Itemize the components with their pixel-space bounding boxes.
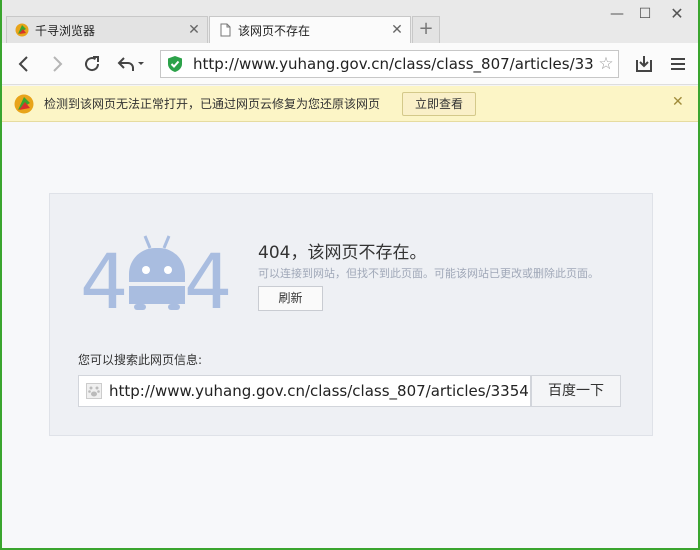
- forward-arrow-icon: [53, 56, 63, 72]
- undo-icon: [117, 57, 134, 71]
- new-tab-button[interactable]: +: [412, 16, 440, 43]
- menu-button[interactable]: [666, 52, 690, 76]
- maximize-button[interactable]: ☐: [630, 4, 660, 24]
- code-right-digit: 4: [184, 237, 232, 314]
- minimize-button[interactable]: —: [602, 4, 632, 24]
- url-text[interactable]: http://www.yuhang.gov.cn/class/class_807…: [189, 55, 594, 73]
- chevron-down-icon: [138, 62, 144, 65]
- search-box[interactable]: [78, 375, 531, 407]
- info-message: 检测到该网页无法正常打开，已通过网页云修复为您还原该网页: [44, 97, 381, 111]
- page-icon: [220, 23, 231, 37]
- tab-close-icon[interactable]: ✕: [187, 23, 201, 37]
- repair-info-bar: 检测到该网页无法正常打开，已通过网页云修复为您还原该网页 立即查看 ✕: [2, 86, 698, 122]
- baidu-paw-icon: [79, 376, 109, 406]
- tab-strip: 千寻浏览器 ✕ 该网页不存在 ✕ + — ☐ ✕: [2, 0, 698, 43]
- search-label: 您可以搜索此网页信息:: [78, 353, 203, 367]
- code-left-digit: 4: [80, 237, 128, 314]
- search-input[interactable]: [109, 382, 530, 400]
- tab-not-found[interactable]: 该网页不存在 ✕: [209, 16, 411, 43]
- page-content: 4 4 404，该网页不存在。 可以连接到网站，但找不到此页面。可能该网站已更改…: [2, 122, 698, 548]
- back-arrow-icon: [18, 56, 28, 72]
- error-description: 可以连接到网站，但找不到此页面。可能该网站已更改或删除此页面。: [258, 267, 599, 280]
- browser-window: 千寻浏览器 ✕ 该网页不存在 ✕ + — ☐ ✕ http://www.yuha…: [2, 0, 698, 548]
- download-button[interactable]: [632, 52, 656, 76]
- error-card: 4 4 404，该网页不存在。 可以连接到网站，但找不到此页面。可能该网站已更改…: [49, 193, 653, 436]
- 404-robot-illustration: 4 4: [80, 235, 232, 314]
- infobar-close-icon[interactable]: ✕: [672, 94, 684, 110]
- hamburger-menu-icon: [671, 58, 685, 70]
- refresh-button[interactable]: 刷新: [258, 286, 323, 311]
- address-bar[interactable]: http://www.yuhang.gov.cn/class/class_807…: [160, 50, 619, 78]
- tab-qianxun[interactable]: 千寻浏览器 ✕: [6, 16, 208, 43]
- back-button[interactable]: [12, 52, 36, 76]
- tab-close-icon[interactable]: ✕: [390, 23, 404, 37]
- error-title: 404，该网页不存在。: [258, 243, 427, 263]
- robot-icon: [129, 235, 185, 310]
- tab-title: 千寻浏览器: [35, 23, 96, 38]
- navigation-bar: http://www.yuhang.gov.cn/class/class_807…: [2, 43, 698, 85]
- download-icon: [636, 56, 652, 72]
- tab-title: 该网页不存在: [238, 23, 311, 38]
- security-shield-icon: [161, 51, 189, 77]
- browser-logo-icon: [15, 23, 29, 37]
- browser-logo-icon: [14, 94, 34, 113]
- reload-button[interactable]: [80, 52, 104, 76]
- reload-icon: [85, 56, 100, 72]
- undo-close-button[interactable]: [114, 52, 148, 76]
- bookmark-star-icon[interactable]: ☆: [594, 54, 618, 74]
- view-now-button[interactable]: 立即查看: [402, 92, 476, 116]
- forward-button[interactable]: [45, 52, 69, 76]
- close-window-button[interactable]: ✕: [662, 4, 692, 24]
- baidu-search-button[interactable]: 百度一下: [531, 375, 621, 407]
